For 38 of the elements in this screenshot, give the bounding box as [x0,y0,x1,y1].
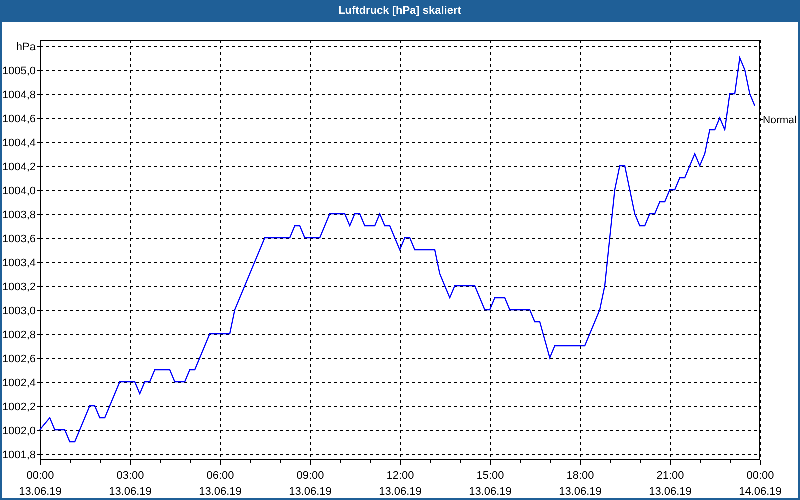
y-axis-label: 1004,8 [2,90,36,102]
y-axis-label: 1004,2 [2,162,36,174]
x-axis-date-label: 13.06.19 [199,486,242,498]
x-axis-date-label: 13.06.19 [19,486,62,498]
x-axis-date-label: 13.06.19 [379,486,422,498]
y-axis-label: 1001,8 [2,450,36,462]
y-axis-label: 1002,2 [2,402,36,414]
y-axis-label: 1005,0 [2,66,36,78]
reference-label: Normal [763,114,797,126]
x-axis-time-label: 06:00 [206,470,234,482]
window-title: Luftdruck [hPa] skaliert [0,0,800,22]
y-axis-label: 1003,8 [2,210,36,222]
y-axis-label: 1004,6 [2,114,36,126]
y-axis-label: 1003,0 [2,306,36,318]
x-axis-date-label: 13.06.19 [559,486,602,498]
x-axis-time-label: 15:00 [476,470,504,482]
x-axis-time-label: 00:00 [26,470,54,482]
y-axis-label: 1002,0 [2,426,36,438]
x-axis-time-label: 00:00 [746,470,774,482]
x-axis-time-label: 03:00 [116,470,144,482]
x-axis-date-label: 14.06.19 [739,486,782,498]
y-axis-label: 1003,4 [2,258,36,270]
x-axis-date-label: 13.06.19 [109,486,152,498]
x-axis-time-label: 18:00 [566,470,594,482]
x-axis-time-label: 09:00 [296,470,324,482]
y-axis-label: hPa [16,42,36,54]
x-axis-date-label: 13.06.19 [649,486,692,498]
y-axis-label: 1003,2 [2,282,36,294]
y-axis-label: 1004,4 [2,138,36,150]
y-axis-label: 1002,4 [2,378,36,390]
y-axis-label: 1002,6 [2,354,36,366]
x-axis-date-label: 13.06.19 [469,486,512,498]
y-axis-label: 1003,6 [2,234,36,246]
x-axis-time-label: 21:00 [656,470,684,482]
x-axis-date-label: 13.06.19 [289,486,332,498]
x-axis-time-label: 12:00 [386,470,414,482]
y-axis-label: 1004,0 [2,186,36,198]
y-axis-label: 1002,8 [2,330,36,342]
